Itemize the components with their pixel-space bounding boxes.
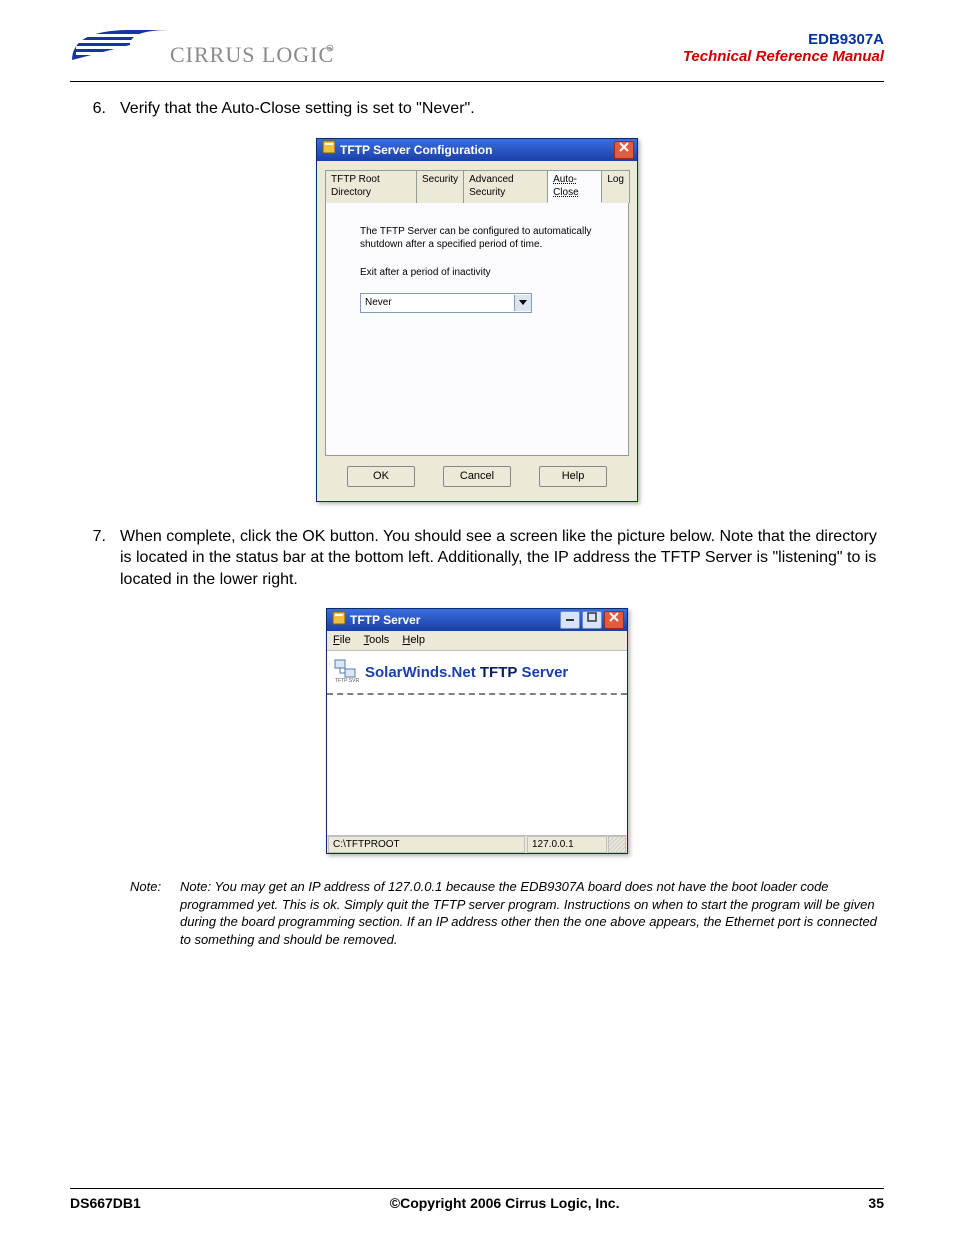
app-banner-text: SolarWinds.Net TFTP Server: [365, 663, 568, 683]
resize-grip-icon[interactable]: [608, 836, 626, 853]
log-area: [327, 695, 627, 835]
note-label: Note:: [130, 878, 180, 948]
autoclose-label: Exit after a period of inactivity: [360, 266, 608, 280]
step-7-text: When complete, click the OK button. You …: [120, 526, 884, 591]
note-text: Note: You may get an IP address of 127.0…: [180, 878, 884, 948]
company-logo: CIRRUS LOGIC R: [70, 20, 340, 75]
tab-advanced-security[interactable]: Advanced Security: [463, 170, 548, 203]
step-6-number: 6.: [70, 98, 120, 120]
step-7-number: 7.: [70, 526, 120, 591]
footer-rule: [70, 1188, 884, 1189]
close-button[interactable]: [604, 611, 624, 629]
footer-page-number: 35: [868, 1195, 884, 1211]
step-6-text: Verify that the Auto-Close setting is se…: [120, 98, 884, 120]
ok-button[interactable]: OK: [347, 466, 415, 487]
tab-security[interactable]: Security: [416, 170, 464, 203]
help-button[interactable]: Help: [539, 466, 607, 487]
logo-text-svg: CIRRUS LOGIC: [170, 42, 334, 67]
maximize-button[interactable]: [582, 611, 602, 629]
tab-root-directory[interactable]: TFTP Root Directory: [325, 170, 417, 203]
close-button[interactable]: [614, 141, 634, 159]
menu-bar: File Tools Help: [327, 631, 627, 651]
cancel-button[interactable]: Cancel: [443, 466, 511, 487]
menu-help[interactable]: Help: [402, 634, 425, 646]
tftp-config-window: TFTP Server Configuration TFTP Root Dire…: [316, 138, 638, 502]
status-directory: C:\TFTPROOT: [328, 836, 525, 853]
status-ip-address: 127.0.0.1: [527, 836, 607, 853]
window-icon: [322, 140, 336, 159]
minimize-button[interactable]: [560, 611, 580, 629]
autoclose-value: Never: [361, 296, 514, 310]
chevron-down-icon[interactable]: [514, 295, 531, 311]
menu-tools[interactable]: Tools: [364, 634, 390, 646]
svg-text:R: R: [328, 47, 332, 53]
tab-log[interactable]: Log: [601, 170, 630, 203]
tftp-server-window: TFTP Server File Tools Help: [326, 608, 628, 854]
svg-text:TFTP SVR: TFTP SVR: [335, 678, 359, 683]
window-title: TFTP Server: [350, 612, 558, 628]
menu-file[interactable]: File: [333, 634, 351, 646]
header-rule: [70, 81, 884, 82]
header-manual-title: Technical Reference Manual: [683, 48, 884, 65]
autoclose-dropdown[interactable]: Never: [360, 293, 532, 313]
footer-doc-id: DS667DB1: [70, 1195, 141, 1211]
header-model: EDB9307A: [683, 31, 884, 48]
app-icon: TFTP SVR: [333, 657, 359, 688]
window-icon: [332, 611, 346, 630]
window-title: TFTP Server Configuration: [340, 142, 614, 158]
tab-auto-close[interactable]: Auto-Close: [547, 170, 602, 203]
autoclose-description: The TFTP Server can be configured to aut…: [360, 225, 608, 252]
footer-copyright: ©Copyright 2006 Cirrus Logic, Inc.: [141, 1195, 869, 1211]
